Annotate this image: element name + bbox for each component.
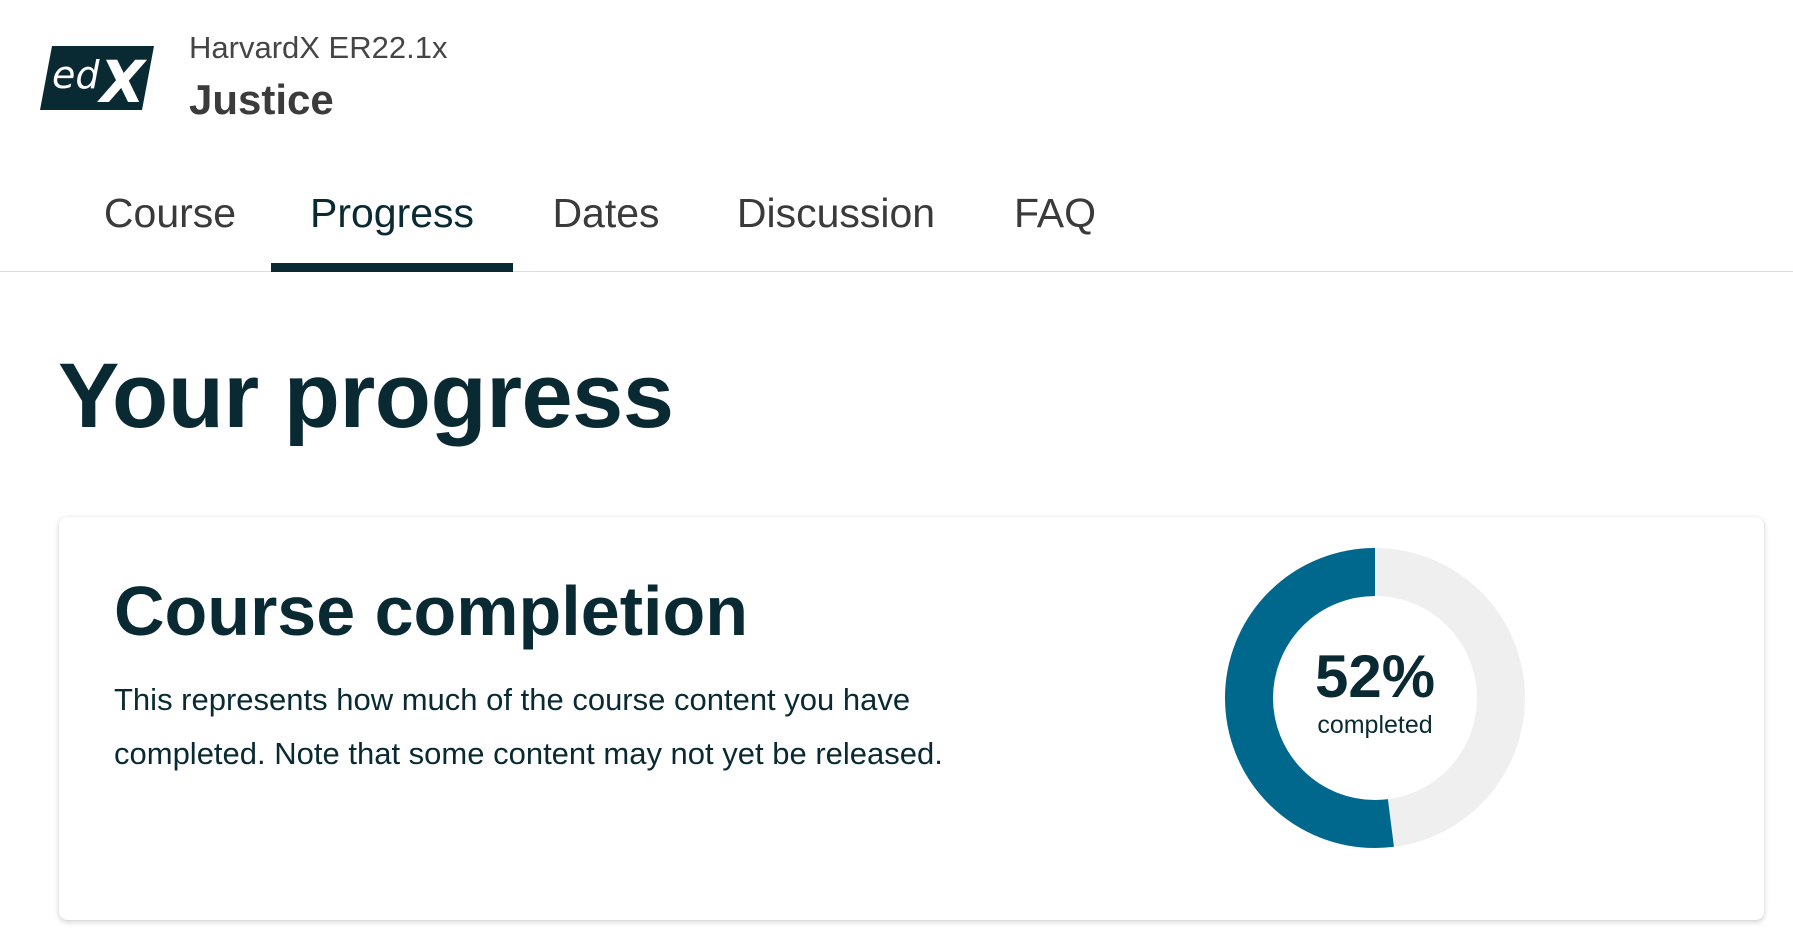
- tab-course[interactable]: Course: [84, 160, 256, 271]
- svg-text:ed: ed: [52, 53, 100, 97]
- site-header: ed X HarvardX ER22.1x Justice: [0, 0, 1793, 160]
- page-title: Your progress: [58, 345, 674, 447]
- course-org-number: HarvardX ER22.1x: [189, 30, 448, 65]
- completion-label: completed: [1317, 711, 1433, 739]
- completion-donut-chart: 52% completed: [1225, 548, 1525, 848]
- card-title: Course completion: [114, 572, 748, 650]
- tab-progress[interactable]: Progress: [271, 160, 513, 272]
- svg-text:X: X: [97, 48, 148, 110]
- course-tabs: Course Progress Dates Discussion FAQ: [0, 160, 1793, 272]
- tab-dates[interactable]: Dates: [544, 160, 668, 271]
- edx-logo[interactable]: ed X: [40, 46, 154, 116]
- completion-percent: 52%: [1314, 643, 1436, 710]
- course-title: Justice: [189, 76, 334, 123]
- tab-discussion[interactable]: Discussion: [727, 160, 945, 271]
- card-description: This represents how much of the course c…: [114, 682, 943, 771]
- course-completion-card: Course completion This represents how mu…: [59, 517, 1764, 920]
- tab-faq[interactable]: FAQ: [1009, 160, 1101, 271]
